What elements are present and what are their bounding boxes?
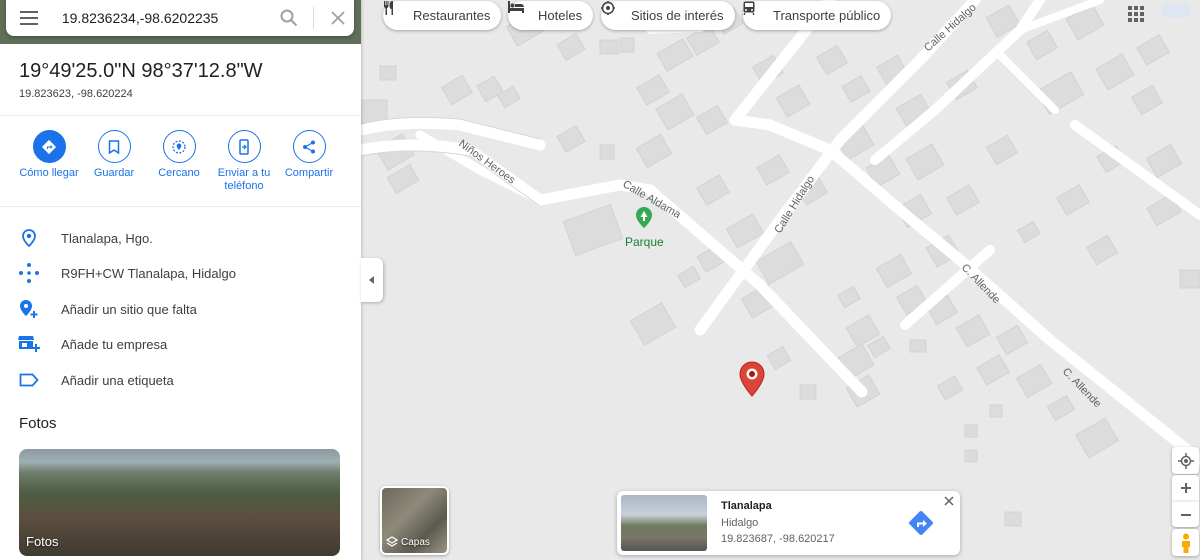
info-row-plus-code[interactable]: R9FH+CW Tlanalapa, Hidalgo [0, 258, 361, 288]
photos-heading: Fotos [19, 415, 57, 432]
street-label-calle-hidalgo-2: Calle Hidalgo [772, 174, 817, 236]
add-place-icon [0, 299, 58, 319]
chip-label: Sitios de interés [631, 8, 724, 23]
directions-button[interactable]: Cómo llegar [14, 130, 84, 180]
directions-icon[interactable] [907, 509, 935, 542]
street-view-thumbnail[interactable] [621, 495, 707, 551]
search-box [6, 0, 354, 36]
add-business-icon [0, 335, 58, 353]
share-label: Compartir [284, 167, 334, 179]
divider [0, 115, 361, 116]
label-icon [0, 373, 58, 387]
chip-attractions[interactable]: Sitios de interés [601, 1, 735, 30]
close-icon[interactable] [322, 0, 354, 36]
search-icon[interactable] [273, 0, 305, 36]
chevron-left-icon [369, 276, 374, 284]
nearby-icon [162, 130, 196, 163]
chip-restaurants[interactable]: Restaurantes [383, 1, 502, 30]
info-row-address[interactable]: Tlanalapa, Hgo. [0, 223, 361, 253]
info-row-text: Añade tu empresa [61, 336, 168, 352]
photo-thumbnail[interactable]: Fotos [19, 449, 340, 556]
chip-label: Restaurantes [413, 8, 491, 23]
attraction-icon [601, 1, 626, 24]
my-location-icon [1177, 452, 1194, 469]
info-row-add-place[interactable]: Añadir un sitio que falta [0, 294, 361, 324]
map-drawing: Calle Hidalgo Niños Heroes Calle Aldama … [361, 0, 1200, 527]
phone-icon [227, 130, 261, 163]
chip-label: Transporte público [773, 8, 881, 23]
street-view-region: Hidalgo [721, 517, 759, 529]
place-coordinates: 19.823623, -98.620224 [19, 88, 133, 100]
street-view-coordinates: 19.823687, -98.620217 [721, 533, 835, 545]
pegman-icon [1181, 533, 1190, 553]
photo-label: Fotos [26, 534, 59, 549]
info-row-add-business[interactable]: Añade tu empresa [0, 329, 361, 359]
layers-icon [386, 536, 398, 547]
minus-icon [1180, 513, 1191, 516]
send-to-phone-label: Enviar a tu teléfono [217, 167, 271, 192]
transit-icon [743, 1, 768, 24]
share-button[interactable]: Compartir [274, 130, 344, 180]
location-pin-icon [0, 229, 58, 247]
map-canvas[interactable]: Calle Hidalgo Niños Heroes Calle Aldama … [361, 0, 1200, 560]
divider [0, 206, 361, 207]
nearby-button[interactable]: Cercano [144, 130, 214, 180]
search-divider [313, 7, 315, 29]
chip-label: Hoteles [538, 8, 583, 23]
pegman-button[interactable] [1172, 529, 1199, 556]
zoom-in-button[interactable] [1172, 475, 1199, 501]
street-view-card[interactable]: Tlanalapa Hidalgo 19.823687, -98.620217 [617, 491, 960, 555]
place-title: 19°49'25.0"N 98°37'12.8"W [19, 60, 263, 82]
layers-button[interactable]: Capas [380, 486, 449, 555]
save-button[interactable]: Guardar [79, 130, 149, 180]
info-row-text: Añadir una etiqueta [61, 372, 174, 388]
directions-icon [32, 130, 66, 163]
info-row-text: R9FH+CW Tlanalapa, Hidalgo [61, 265, 236, 281]
park-marker [636, 207, 652, 228]
street-view-place-name: Tlanalapa [721, 500, 772, 512]
info-row-text: Tlanalapa, Hgo. [61, 230, 153, 246]
save-label: Guardar [93, 167, 135, 179]
share-icon [292, 130, 326, 163]
street-label-c-allende: C. Allende [959, 262, 1002, 306]
dropped-pin-icon [739, 361, 765, 397]
layers-label: Capas [401, 536, 430, 548]
zoom-out-button[interactable] [1172, 501, 1199, 527]
restaurant-icon [383, 1, 408, 24]
chip-transit[interactable]: Transporte público [743, 1, 892, 30]
plus-icon [1180, 483, 1191, 493]
search-input[interactable] [61, 4, 262, 26]
bookmark-icon [97, 130, 131, 163]
plus-code-icon [0, 262, 58, 284]
chip-hotels[interactable]: Hoteles [508, 1, 594, 30]
park-label: Parque [625, 235, 664, 249]
close-icon[interactable] [944, 493, 954, 509]
nearby-label: Cercano [158, 167, 200, 179]
info-row-add-label[interactable]: Añadir una etiqueta [0, 365, 361, 395]
place-panel: 19°49'25.0"N 98°37'12.8"W 19.823623, -98… [0, 0, 361, 560]
account-avatar[interactable] [1161, 4, 1191, 18]
collapse-panel-button[interactable] [361, 258, 383, 302]
my-location-button[interactable] [1172, 447, 1199, 474]
menu-icon[interactable] [6, 0, 52, 36]
street-label-calle-hidalgo: Calle Hidalgo [922, 2, 979, 55]
layers-label-wrap: Capas [386, 536, 430, 548]
directions-label: Cómo llegar [19, 167, 79, 179]
info-row-text: Añadir un sitio que falta [61, 301, 197, 317]
send-to-phone-button[interactable]: Enviar a tu teléfono [209, 130, 279, 193]
buildings [361, 3, 1200, 527]
hotel-icon [508, 1, 533, 24]
